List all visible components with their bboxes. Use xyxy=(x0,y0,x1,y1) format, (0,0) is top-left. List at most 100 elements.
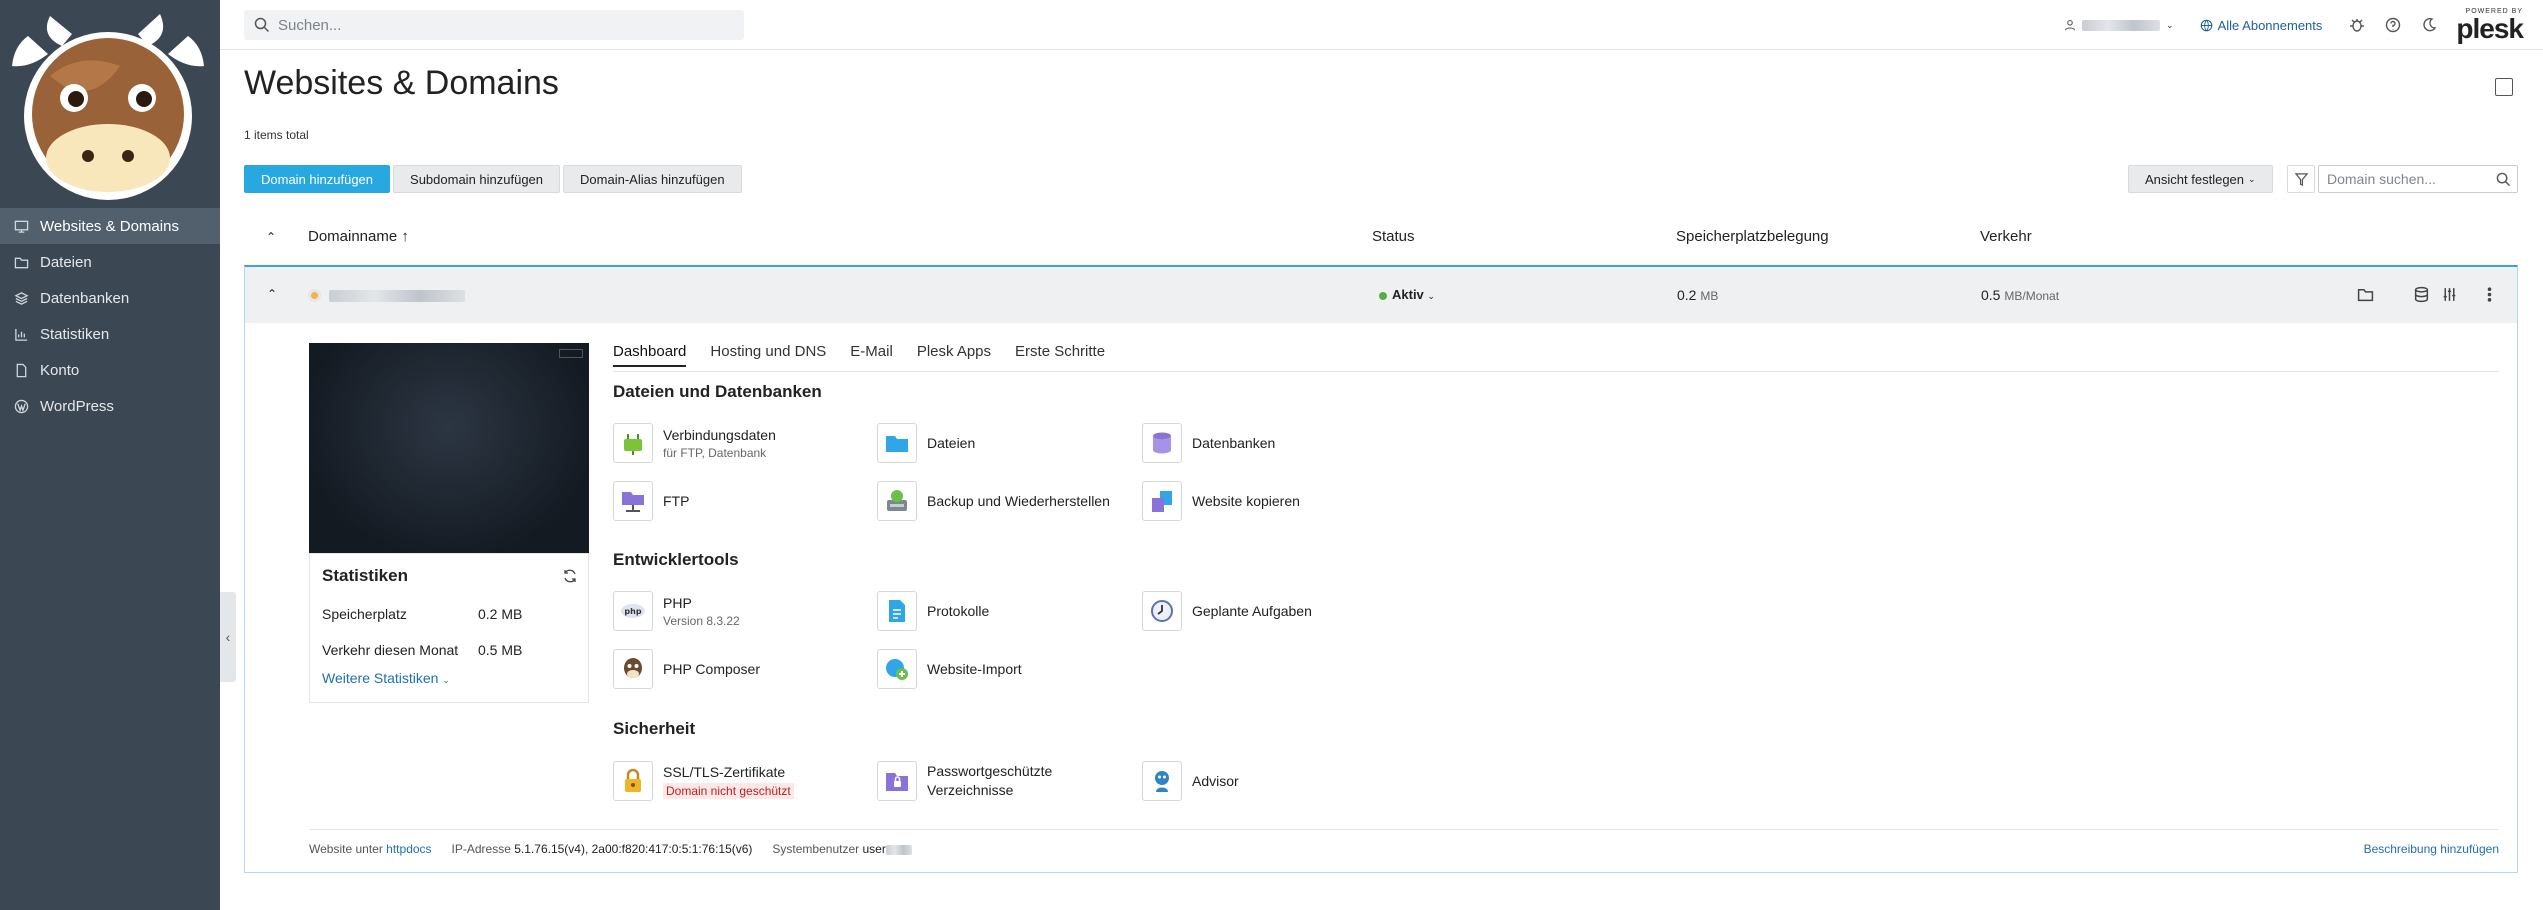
tile-advisor[interactable]: Advisor xyxy=(1142,761,1239,801)
help-icon[interactable] xyxy=(2384,16,2402,34)
chevron-up-icon[interactable]: ⌃ xyxy=(267,287,277,301)
import-icon xyxy=(877,649,917,689)
items-count: 1 items total xyxy=(244,128,309,142)
domain-row: ⌃ Aktiv ⌄ 0.2 MB 0.5 MB/Monat Statistike… xyxy=(244,265,2518,873)
column-domainname[interactable]: Domainname ↑ xyxy=(308,228,409,245)
system-user-redacted xyxy=(885,844,912,855)
table-header: ⌃ Domainname ↑ Status Speicherplatzbeleg… xyxy=(244,222,2517,266)
section-security-title: Sicherheit xyxy=(613,719,696,738)
view-settings-button[interactable]: Ansicht festlegen ⌄ xyxy=(2128,165,2273,193)
more-stats-link[interactable]: Weitere Statistiken ⌄ xyxy=(322,670,576,686)
tile-php[interactable]: php PHP Version 8.3.22 xyxy=(613,591,740,631)
tab-plesk-apps[interactable]: Plesk Apps xyxy=(917,343,991,367)
add-alias-button[interactable]: Domain-Alias hinzufügen xyxy=(563,165,742,193)
refresh-icon[interactable] xyxy=(562,568,578,584)
tile-databases[interactable]: Datenbanken xyxy=(1142,423,1275,463)
stats-disk-value: 0.2 MB xyxy=(478,606,523,622)
wordpress-icon xyxy=(12,397,30,415)
status-badge[interactable]: Aktiv ⌄ xyxy=(1379,287,1435,302)
sidebar-item-konto[interactable]: Konto xyxy=(0,352,220,388)
website-preview[interactable] xyxy=(309,343,589,553)
connection-icon xyxy=(613,423,653,463)
sidebar-item-dateien[interactable]: Dateien xyxy=(0,244,220,280)
stats-card: Statistiken Speicherplatz 0.2 MB Verkehr… xyxy=(309,553,589,703)
cow-logo[interactable] xyxy=(10,6,206,202)
search-input[interactable]: Suchen... xyxy=(244,10,744,40)
subscriptions-selector[interactable]: Alle Abonnements xyxy=(2200,18,2322,33)
domain-footer: Website unter httpdocs IP-Adresse 5.1.76… xyxy=(309,842,2499,856)
chevron-down-icon: ⌄ xyxy=(2166,19,2174,30)
sidebar: Websites & Domains Dateien Datenbanken S… xyxy=(0,0,220,910)
tile-backup[interactable]: Backup und Wiederherstellen xyxy=(877,481,1110,521)
add-description-link[interactable]: Beschreibung hinzufügen xyxy=(2364,842,2499,856)
sidebar-item-websites[interactable]: Websites & Domains xyxy=(0,208,220,244)
tile-protected-dirs[interactable]: Passwortgeschützte Verzeichnisse xyxy=(877,761,1077,801)
folder-icon xyxy=(12,253,30,271)
sidebar-item-wordpress[interactable]: WordPress xyxy=(0,388,220,424)
traffic-usage-unit: MB/Monat xyxy=(2004,289,2060,303)
sidebar-item-datenbanken[interactable]: Datenbanken xyxy=(0,280,220,316)
tile-connection[interactable]: Verbindungsdaten für FTP, Datenbank xyxy=(613,423,776,463)
search-icon xyxy=(254,17,270,33)
filter-button[interactable] xyxy=(2287,165,2315,193)
globe-icon xyxy=(2200,19,2212,31)
column-traffic[interactable]: Verkehr xyxy=(1980,228,2032,245)
sidebar-item-label: Datenbanken xyxy=(40,289,130,307)
view-settings-label: Ansicht festlegen xyxy=(2145,171,2245,187)
section-dev-title: Entwicklertools xyxy=(613,550,739,569)
domain-search-input[interactable]: Domain suchen... xyxy=(2318,165,2518,193)
stats-traffic-label: Verkehr diesen Monat xyxy=(322,642,459,658)
tile-copy-website[interactable]: Website kopieren xyxy=(1142,481,1300,521)
logs-icon xyxy=(877,591,917,631)
tab-getting-started[interactable]: Erste Schritte xyxy=(1015,343,1105,367)
tile-composer[interactable]: PHP Composer xyxy=(613,649,760,689)
add-domain-button[interactable]: Domain hinzufügen xyxy=(244,165,391,193)
website-root: Website unter httpdocs xyxy=(309,842,432,856)
database-icon[interactable] xyxy=(2413,286,2431,304)
sidebar-collapse-handle[interactable]: ‹ xyxy=(220,592,236,682)
username-redacted xyxy=(2082,19,2161,31)
tile-website-import[interactable]: Website-Import xyxy=(877,649,1022,689)
tile-label: Passwortgeschützte Verzeichnisse xyxy=(927,763,1053,798)
tile-ssl[interactable]: SSL/TLS-Zertifikate Domain nicht geschütz… xyxy=(613,761,794,801)
bug-icon[interactable] xyxy=(2348,16,2366,34)
domain-row-header: ⌃ Aktiv ⌄ 0.2 MB 0.5 MB/Monat xyxy=(245,267,2517,323)
domain-name-redacted[interactable] xyxy=(329,290,465,302)
tile-logs[interactable]: Protokolle xyxy=(877,591,989,631)
tile-ftp[interactable]: FTP xyxy=(613,481,689,521)
tab-email[interactable]: E-Mail xyxy=(850,343,893,367)
column-disk[interactable]: Speicherplatzbelegung xyxy=(1676,228,1829,245)
tile-scheduled-tasks[interactable]: Geplante Aufgaben xyxy=(1142,591,1312,631)
side-panel-toggle-icon[interactable] xyxy=(2495,78,2513,96)
tile-label: Dateien xyxy=(927,435,976,451)
footer-divider xyxy=(309,829,2499,830)
more-stats-label: Weitere Statistiken xyxy=(322,670,439,686)
collapse-all-icon[interactable]: ⌃ xyxy=(266,230,276,244)
sidebar-item-statistiken[interactable]: Statistiken xyxy=(0,316,220,352)
chevron-down-icon: ⌄ xyxy=(1427,291,1435,301)
toolbar: Domain hinzufügen Subdomain hinzufügen D… xyxy=(244,165,742,193)
ftp-icon xyxy=(613,481,653,521)
settings-sliders-icon[interactable] xyxy=(2441,286,2459,304)
tab-hosting-dns[interactable]: Hosting und DNS xyxy=(710,343,826,367)
tile-label: Backup und Wiederherstellen xyxy=(927,493,1110,509)
tile-label: Datenbanken xyxy=(1192,435,1276,451)
tile-sub: für FTP, Datenbank xyxy=(663,445,767,460)
tile-label: SSL/TLS-Zertifikate xyxy=(663,763,786,780)
tile-label: PHP Composer xyxy=(663,661,761,677)
folder-icon[interactable] xyxy=(2357,286,2375,304)
file-icon xyxy=(12,361,30,379)
column-status[interactable]: Status xyxy=(1372,228,1415,245)
tab-dashboard[interactable]: Dashboard xyxy=(613,343,687,367)
tile-label: PHP xyxy=(663,594,692,611)
disk-usage: 0.2 MB xyxy=(1677,287,1718,303)
user-menu[interactable]: ⌄ xyxy=(2064,19,2174,31)
tile-files[interactable]: Dateien xyxy=(877,423,975,463)
website-root-link[interactable]: httpdocs xyxy=(386,842,431,856)
more-icon[interactable] xyxy=(2481,286,2499,304)
moon-icon[interactable] xyxy=(2420,16,2438,34)
system-user-value: user xyxy=(862,842,886,856)
chevron-down-icon: ⌄ xyxy=(442,675,450,685)
topbar: Suchen... ⌄ Alle Abonnements POWERED BY … xyxy=(220,0,2543,50)
add-subdomain-button[interactable]: Subdomain hinzufügen xyxy=(393,165,561,193)
